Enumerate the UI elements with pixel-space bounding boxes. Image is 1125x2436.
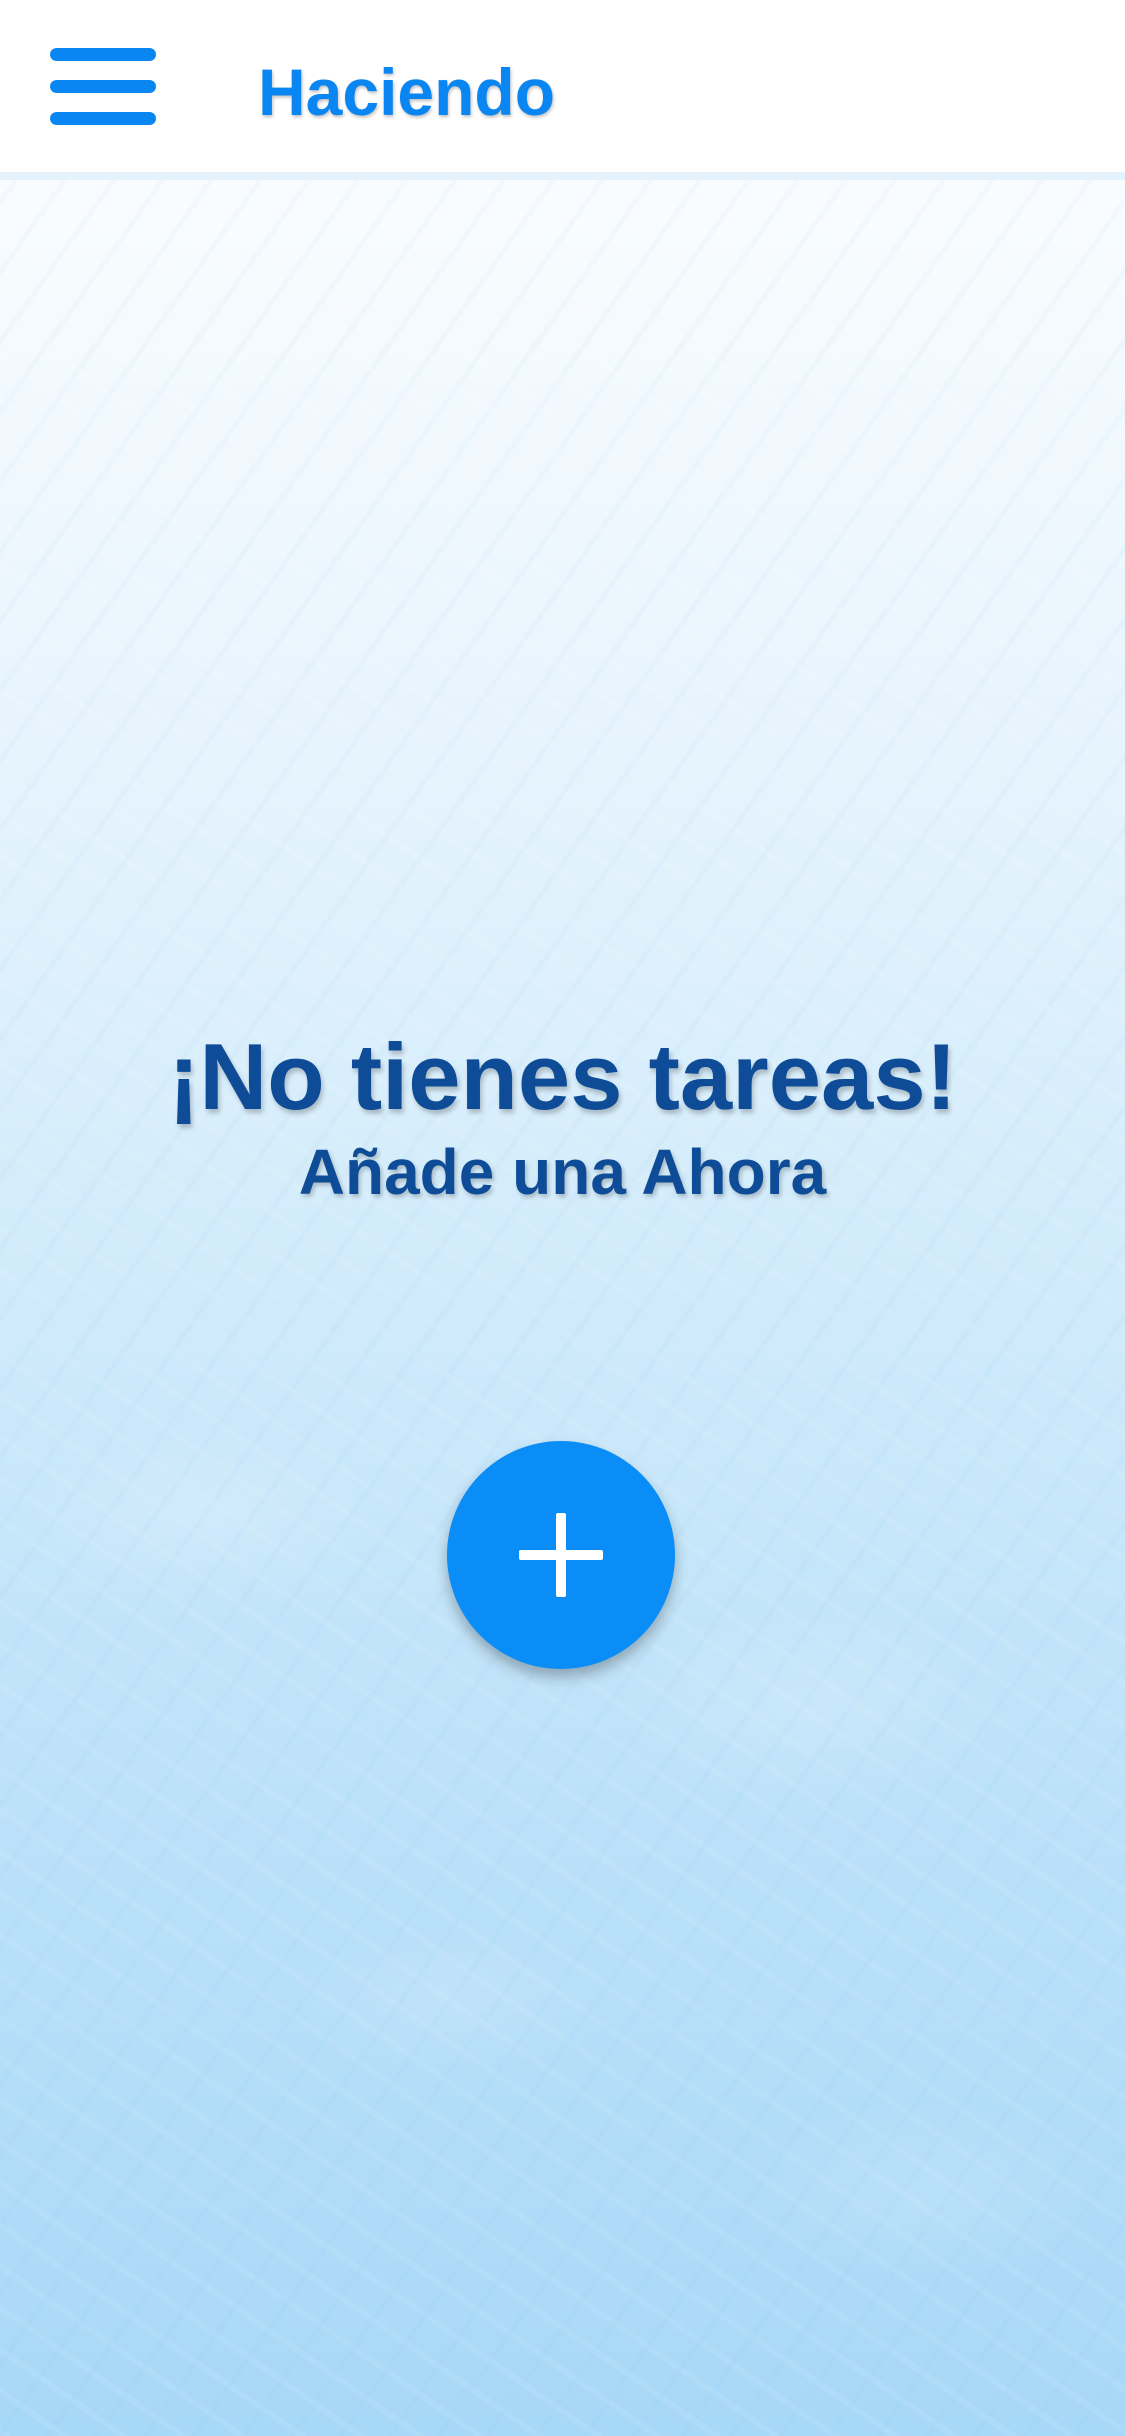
plus-icon [519, 1513, 603, 1597]
menu-button[interactable] [50, 48, 156, 126]
empty-state-subtitle: Añade una Ahora [298, 1136, 827, 1208]
empty-state: ¡No tienes tareas! Añade una Ahora [0, 1022, 1125, 1212]
app-bar: Haciendo [0, 0, 1125, 180]
empty-state-title: ¡No tienes tareas! [168, 1024, 957, 1129]
page-title: Haciendo [258, 55, 556, 129]
add-task-button[interactable] [447, 1441, 675, 1669]
water-background [0, 180, 1125, 2436]
